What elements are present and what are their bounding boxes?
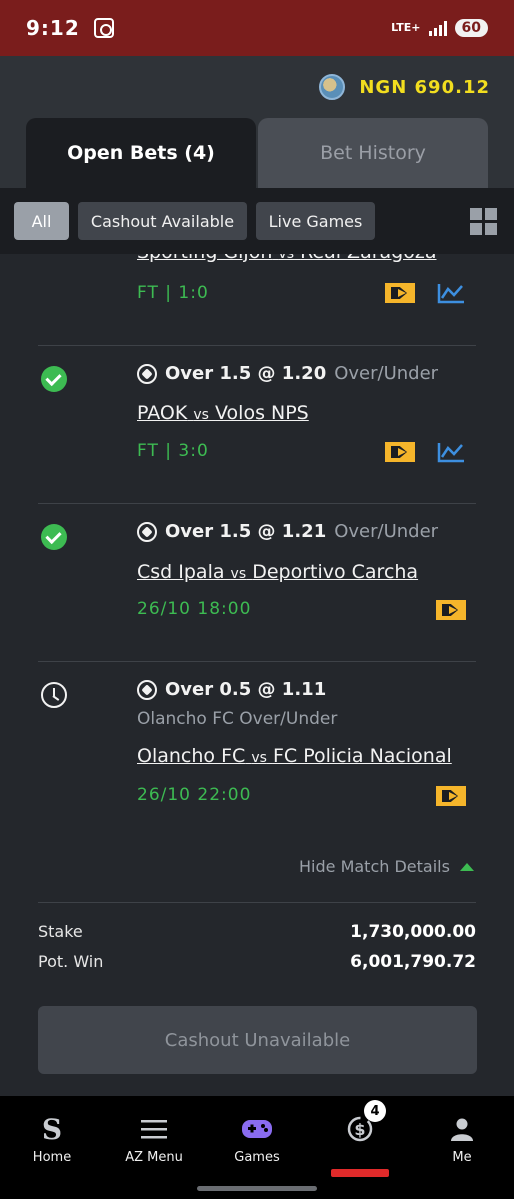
- live-stream-icon[interactable]: [385, 283, 415, 303]
- away-team: Volos NPS: [215, 402, 309, 424]
- active-tab-indicator: [331, 1169, 389, 1177]
- away-team: Deportivo Carcha: [252, 561, 419, 583]
- football-icon: [137, 363, 157, 384]
- football-icon: [137, 521, 157, 542]
- bet-tabs: Open Bets (4) Bet History: [0, 118, 514, 188]
- bet-list: Sporting Gijon vs Real Zaragoza FT | 1:0…: [0, 254, 514, 1096]
- bet-selection: Over 0.5 @ 1.11: [137, 679, 326, 700]
- filter-live-games-button[interactable]: Live Games: [256, 202, 375, 240]
- home-team: PAOK: [137, 402, 188, 424]
- open-bets-badge: 4: [364, 1100, 386, 1122]
- match-status: FT | 3:0: [137, 441, 209, 461]
- screen-record-icon: [93, 18, 114, 38]
- pot-win-value: 6,001,790.72: [350, 952, 476, 972]
- selection-odds: Over 1.5 @ 1.20: [165, 363, 327, 384]
- match-status: FT | 1:0: [137, 283, 209, 303]
- nav-me-label: Me: [452, 1150, 472, 1165]
- nav-games[interactable]: Games: [217, 1114, 297, 1165]
- stake-value: 1,730,000.00: [350, 922, 476, 942]
- match-link[interactable]: Olancho FC vs FC Policia Nacional: [137, 745, 452, 767]
- stake-label: Stake: [38, 922, 83, 941]
- sportybet-s-icon: S: [41, 1112, 63, 1146]
- bet-selection: Over 1.5 @ 1.21 Over/Under: [137, 521, 438, 542]
- status-time: 9:12: [26, 16, 80, 40]
- market-name: Over/Under: [334, 363, 439, 384]
- home-team: Csd Ipala: [137, 561, 225, 583]
- stats-chart-icon[interactable]: [437, 441, 465, 463]
- match-link[interactable]: Csd Ipala vs Deportivo Carcha: [137, 561, 418, 583]
- selection-odds: Over 0.5 @ 1.11: [165, 679, 327, 700]
- pending-clock-icon: [41, 682, 67, 708]
- won-check-icon: [41, 524, 67, 550]
- pot-win-label: Pot. Win: [38, 952, 104, 971]
- nav-home-label: Home: [32, 1150, 72, 1165]
- account-header: NGN 690.12: [0, 56, 514, 118]
- home-team: Olancho FC: [137, 745, 246, 767]
- signal-icon: [428, 20, 447, 36]
- toggle-label: Hide Match Details: [299, 857, 450, 876]
- market-name: Olancho FC Over/Under: [137, 709, 338, 729]
- match-link[interactable]: PAOK vs Volos NPS: [137, 402, 309, 424]
- tab-open-bets[interactable]: Open Bets (4): [26, 118, 256, 188]
- hamburger-menu-icon: [114, 1114, 194, 1144]
- filter-all-button[interactable]: All: [14, 202, 69, 240]
- grid-view-icon[interactable]: [470, 208, 497, 235]
- open-bets-coin-icon: $ 4: [320, 1100, 400, 1144]
- vs-label: vs: [251, 750, 267, 766]
- away-team: Real Zaragoza: [300, 254, 436, 263]
- bottom-nav: S Home AZ Menu Games $ 4 Me: [0, 1096, 514, 1199]
- battery-indicator: 60: [454, 19, 488, 37]
- divider: [38, 345, 476, 346]
- user-icon: [422, 1114, 502, 1144]
- nav-az-menu[interactable]: AZ Menu: [114, 1114, 194, 1165]
- vs-label: vs: [230, 566, 247, 582]
- nav-me[interactable]: Me: [422, 1114, 502, 1165]
- divider: [38, 661, 476, 662]
- bet-selection: Over 1.5 @ 1.20 Over/Under: [137, 363, 438, 384]
- nav-home[interactable]: S Home: [12, 1112, 92, 1166]
- vs-label: vs: [278, 254, 295, 262]
- won-check-icon: [41, 366, 67, 392]
- selection-odds: Over 1.5 @ 1.21: [165, 521, 327, 542]
- svg-text:$: $: [354, 1120, 365, 1139]
- hide-match-details-toggle[interactable]: Hide Match Details: [299, 857, 474, 876]
- match-link[interactable]: Sporting Gijon vs Real Zaragoza: [137, 254, 436, 263]
- divider: [38, 503, 476, 504]
- gamepad-icon: [217, 1114, 297, 1144]
- status-indicators: LTE+ 60: [391, 19, 488, 37]
- globe-icon: [319, 74, 346, 100]
- balance-display[interactable]: NGN 690.12: [319, 74, 490, 100]
- nav-open-bets[interactable]: $ 4: [320, 1100, 400, 1150]
- divider: [38, 902, 476, 903]
- balance-amount: NGN 690.12: [359, 76, 490, 98]
- status-bar: 9:12 LTE+ 60: [0, 0, 514, 56]
- stats-chart-icon[interactable]: [437, 282, 465, 304]
- market-name: Over/Under: [334, 521, 439, 542]
- live-stream-icon[interactable]: [436, 786, 466, 806]
- cashout-unavailable-button[interactable]: Cashout Unavailable: [38, 1006, 477, 1074]
- football-icon: [137, 679, 157, 700]
- match-status: 26/10 18:00: [137, 599, 252, 619]
- network-type: LTE+: [391, 21, 421, 34]
- live-stream-icon[interactable]: [436, 600, 466, 620]
- home-team: Sporting Gijon: [137, 254, 272, 263]
- away-team: FC Policia Nacional: [272, 745, 452, 767]
- match-status: 26/10 22:00: [137, 785, 252, 805]
- nav-az-menu-label: AZ Menu: [125, 1150, 183, 1165]
- filter-bar: All Cashout Available Live Games: [0, 188, 514, 254]
- nav-games-label: Games: [234, 1150, 280, 1165]
- live-stream-icon[interactable]: [385, 442, 415, 462]
- filter-cashout-available-button[interactable]: Cashout Available: [78, 202, 247, 240]
- chevron-up-icon: [459, 862, 474, 871]
- vs-label: vs: [193, 407, 209, 423]
- tab-bet-history[interactable]: Bet History: [258, 118, 488, 188]
- home-gesture-bar[interactable]: [197, 1186, 317, 1191]
